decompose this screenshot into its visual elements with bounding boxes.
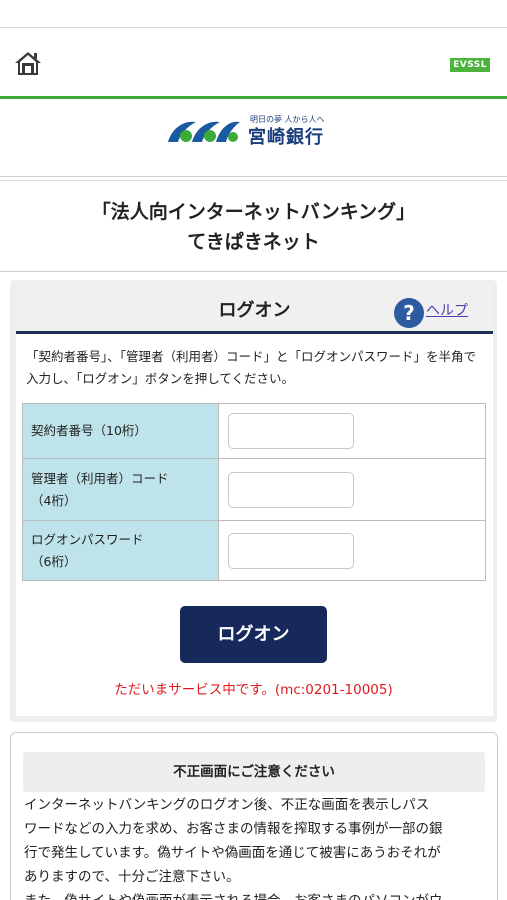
header-bar: EVSSL — [0, 28, 507, 96]
help-link[interactable]: ヘルプ — [426, 300, 468, 320]
contract-number-label-text: 契約者番号（10桁） — [31, 423, 147, 438]
logon-form-table: 契約者番号（10桁） 管理者（利用者）コード （4桁） ログオンパスワード （6… — [22, 403, 486, 581]
admin-code-label: 管理者（利用者）コード （4桁） — [22, 458, 219, 521]
service-title: 「法人向インターネットバンキング」 てきぱきネット — [0, 180, 507, 272]
form-row-contract-number: 契約者番号（10桁） — [22, 403, 486, 459]
notice-text: インターネットバンキングのログオン後、不正な画面を表示しパス ワードなどの入力を… — [24, 793, 486, 900]
notice-line: インターネットバンキングのログオン後、不正な画面を表示しパス — [24, 797, 430, 813]
admin-code-cell — [218, 458, 486, 521]
password-cell — [218, 520, 486, 581]
admin-code-label-text: 管理者（利用者）コード — [31, 470, 169, 486]
password-label-text: ログオンパスワード — [31, 531, 144, 547]
evssl-badge: EVSSL — [450, 58, 490, 72]
bank-logo-mark-icon — [168, 121, 240, 142]
logon-button[interactable]: ログオン — [180, 606, 327, 663]
bank-logo: 明日の夢 人から人へ 宮崎銀行 — [0, 99, 507, 177]
form-row-admin-code: 管理者（利用者）コード （4桁） — [22, 458, 486, 521]
password-label: ログオンパスワード （6桁） — [22, 520, 219, 581]
bank-name: 宮崎銀行 — [248, 127, 324, 148]
form-row-password: ログオンパスワード （6桁） — [22, 520, 486, 581]
admin-code-input[interactable] — [228, 471, 354, 508]
logon-instructions: 「契約者番号」、「管理者（利用者）コード」と「ログオンパスワード」を半角で入力し… — [26, 349, 477, 386]
admin-code-label-digits: （4桁） — [31, 492, 77, 508]
notice-line: ワードなどの入力を求め、お客さまの情報を搾取する事例が一部の銀 — [24, 821, 443, 837]
service-title-line2: てきぱきネット — [187, 231, 320, 253]
service-title-line1: 「法人向インターネットバンキング」 — [91, 201, 416, 223]
help-icon[interactable]: ? — [394, 298, 424, 328]
password-input[interactable] — [228, 532, 354, 569]
top-strip — [0, 0, 507, 28]
notice-line: また、偽サイトや偽画面が表示される場合、お客さまのパソコンがウ — [24, 889, 486, 900]
password-label-digits: （6桁） — [31, 553, 77, 569]
home-icon[interactable] — [14, 50, 42, 76]
service-status: ただいまサービス中です。(mc:0201-10005) — [114, 682, 393, 698]
notice-line: 行で発生しています。偽サイトや偽画面を通じて被害にあうおそれが — [24, 845, 441, 861]
contract-number-input[interactable] — [228, 413, 354, 449]
contract-number-label: 契約者番号（10桁） — [22, 403, 219, 459]
notice-title: 不正画面にご注意ください — [23, 752, 485, 792]
notice-line: ありますので、十分ご注意下さい。 — [24, 869, 240, 885]
contract-number-cell — [218, 403, 486, 459]
